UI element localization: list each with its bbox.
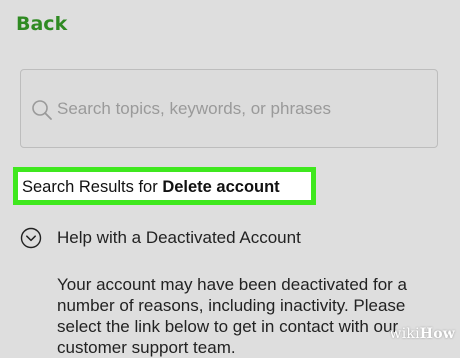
watermark-wiki: wiki [389, 326, 420, 342]
search-icon [32, 100, 52, 120]
watermark-how: How [419, 326, 455, 342]
help-item-title[interactable]: Help with a Deactivated Account [57, 228, 301, 248]
search-field[interactable] [20, 69, 438, 148]
search-results-prefix: Search Results for [22, 178, 163, 196]
wikihow-watermark: wikiHow [390, 326, 455, 342]
help-item-body: Your account may have been deactivated f… [57, 275, 407, 357]
search-input[interactable] [57, 96, 427, 122]
chevron-down-circle-icon[interactable] [20, 227, 42, 249]
search-results-query: Delete account [162, 178, 280, 196]
back-button[interactable]: Back [16, 13, 67, 35]
search-results-heading-highlight: Search Results for Delete account [13, 167, 316, 205]
search-results-heading: Search Results for Delete account [22, 178, 280, 197]
